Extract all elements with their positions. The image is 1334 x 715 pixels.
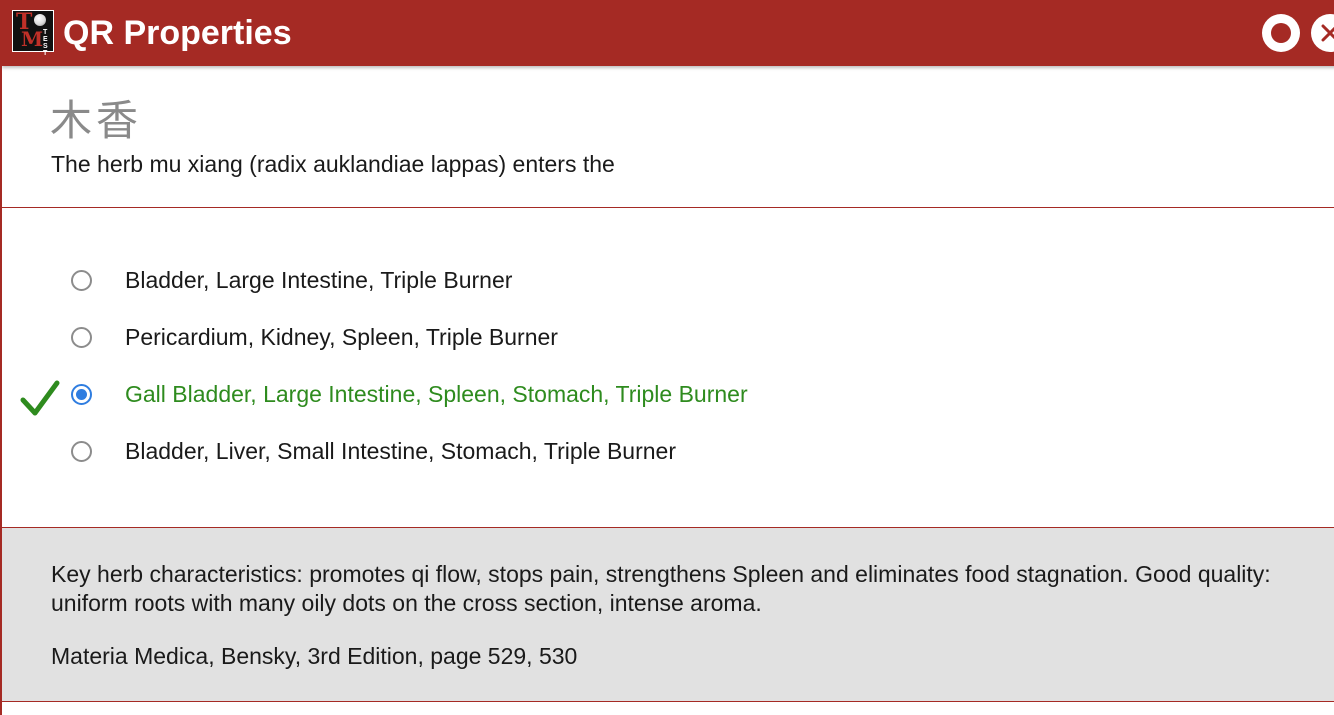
record-icon	[1271, 23, 1291, 43]
app-window: T M TEST QR Properties 木香 The herb mu xi…	[0, 0, 1334, 715]
explanation-panel: Key herb characteristics: promotes qi fl…	[2, 528, 1334, 702]
logo-small-text: TEST	[43, 29, 48, 57]
title-bar: T M TEST QR Properties	[2, 0, 1334, 66]
question-panel: 木香 The herb mu xiang (radix auklandiae l…	[2, 66, 1334, 208]
question-prompt: The herb mu xiang (radix auklandiae lapp…	[51, 151, 615, 177]
option-label: Bladder, Large Intestine, Triple Burner	[125, 267, 513, 293]
herb-chinese-name: 木香	[50, 96, 143, 145]
option-label: Bladder, Liver, Small Intestine, Stomach…	[125, 438, 676, 464]
answer-options: Bladder, Large Intestine, Triple Burner …	[2, 208, 1334, 528]
option-label-correct: Gall Bladder, Large Intestine, Spleen, S…	[125, 381, 748, 407]
close-button[interactable]	[1311, 14, 1334, 52]
record-button[interactable]	[1262, 14, 1300, 52]
option-2[interactable]: Pericardium, Kidney, Spleen, Triple Burn…	[68, 319, 1168, 355]
reference-source: Materia Medica, Bensky, 3rd Edition, pag…	[51, 643, 578, 669]
app-logo: T M TEST	[12, 10, 54, 57]
option-4[interactable]: Bladder, Liver, Small Intestine, Stomach…	[68, 433, 1168, 469]
checkmark-icon	[20, 380, 60, 416]
explanation-text: Key herb characteristics: promotes qi fl…	[51, 561, 1271, 616]
option-label: Pericardium, Kidney, Spleen, Triple Burn…	[125, 324, 558, 350]
radio-button-selected[interactable]	[71, 384, 92, 405]
window-title: QR Properties	[63, 14, 292, 52]
radio-button[interactable]	[71, 441, 92, 462]
radio-button[interactable]	[71, 327, 92, 348]
radio-button[interactable]	[71, 270, 92, 291]
close-icon	[1321, 24, 1334, 42]
option-1[interactable]: Bladder, Large Intestine, Triple Burner	[68, 262, 1168, 298]
option-3[interactable]: Gall Bladder, Large Intestine, Spleen, S…	[68, 376, 1168, 412]
